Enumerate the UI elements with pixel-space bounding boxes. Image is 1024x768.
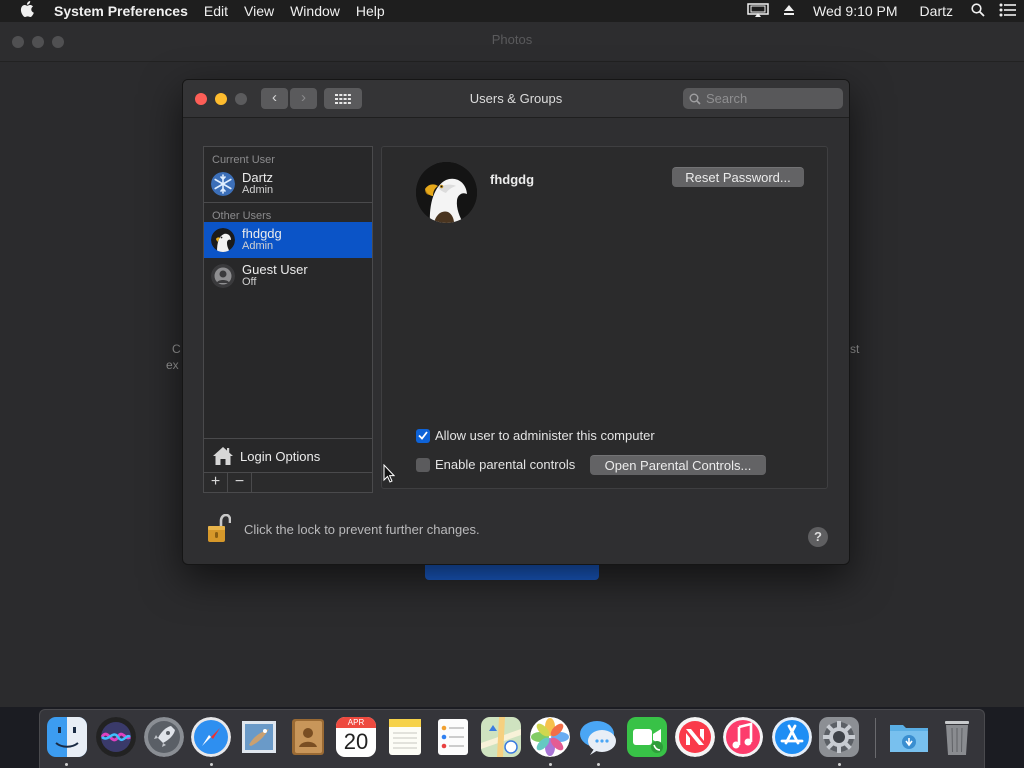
photos-titlebar: Photos [0, 22, 1024, 62]
prefs-titlebar: ‹ › Users & Groups [183, 80, 849, 118]
trash-icon[interactable] [937, 717, 977, 757]
photos-icon[interactable] [530, 717, 570, 757]
guest-user-icon [211, 264, 235, 288]
search-field[interactable] [683, 88, 843, 109]
user-role: Off [242, 276, 257, 288]
lock-row[interactable]: Click the lock to prevent further change… [207, 514, 480, 544]
add-user-button[interactable]: + [204, 473, 228, 492]
photos-text-fragment: C [172, 342, 181, 356]
login-options-label: Login Options [240, 448, 321, 464]
spotlight-icon[interactable] [971, 2, 985, 20]
news-icon[interactable] [675, 717, 715, 757]
photos-window-title: Photos [491, 32, 533, 47]
admin-checkbox[interactable] [416, 428, 430, 443]
eagle-avatar-icon [211, 228, 235, 252]
facetime-icon[interactable] [627, 717, 667, 757]
user-role: Admin [242, 184, 274, 196]
airplay-icon[interactable] [747, 2, 769, 20]
running-indicator [210, 763, 213, 766]
menu-window[interactable]: Window [282, 0, 348, 22]
messages-icon[interactable] [578, 717, 618, 757]
user-list: Current User Dartz Admin Other Users fhd… [203, 146, 373, 493]
admin-checkbox-label: Allow user to administer this computer [435, 428, 655, 443]
running-indicator [65, 763, 68, 766]
apple-menu-icon[interactable] [0, 0, 54, 22]
reminders-icon[interactable] [433, 717, 473, 757]
user-name: Dartz [242, 170, 274, 185]
open-parental-controls-button[interactable]: Open Parental Controls... [590, 455, 766, 475]
menu-help[interactable]: Help [348, 0, 393, 22]
list-footer: + − [204, 472, 372, 492]
selected-user-name: fhdgdg [490, 172, 535, 187]
notification-center-icon[interactable] [999, 3, 1017, 20]
help-button[interactable]: ? [808, 527, 828, 547]
calendar-month: APR [347, 718, 365, 727]
user-name: Guest User [242, 262, 308, 277]
system-preferences-icon[interactable] [819, 717, 859, 757]
admin-checkbox-row[interactable]: Allow user to administer this computer [416, 428, 655, 443]
unlocked-padlock-icon[interactable] [207, 514, 231, 544]
current-user-heading: Current User [212, 154, 275, 166]
parental-checkbox-row[interactable]: Enable parental controls [416, 457, 575, 472]
menu-bar: System Preferences Edit View Window Help… [0, 0, 1024, 22]
photos-text-fragment: ex [166, 358, 179, 372]
user-role: Admin [242, 240, 274, 252]
house-icon [213, 447, 233, 465]
menu-edit[interactable]: Edit [196, 0, 236, 22]
launchpad-icon[interactable] [144, 717, 184, 757]
dock-separator [875, 718, 876, 758]
eject-icon[interactable] [783, 3, 795, 19]
app-store-icon[interactable] [772, 717, 812, 757]
safari-icon[interactable] [191, 717, 231, 757]
reset-password-button[interactable]: Reset Password... [672, 167, 804, 187]
eagle-avatar-large-icon[interactable] [416, 162, 477, 223]
dock: APR 20 [39, 709, 985, 768]
remove-user-button[interactable]: − [228, 473, 252, 492]
users-groups-window: ‹ › Users & Groups Current User [182, 79, 850, 565]
running-indicator [838, 763, 841, 766]
parental-controls-checkbox[interactable] [416, 457, 430, 472]
user-row-dartz[interactable]: Dartz Admin [204, 166, 372, 203]
menubar-user[interactable]: Dartz [916, 0, 957, 22]
maps-icon[interactable] [481, 717, 521, 757]
photos-text-fragment: st [850, 342, 860, 356]
parental-checkbox-label: Enable parental controls [435, 457, 576, 472]
login-options-item[interactable]: Login Options [204, 438, 372, 473]
lock-message: Click the lock to prevent further change… [244, 521, 480, 537]
running-indicator [597, 763, 600, 766]
finder-icon[interactable] [47, 717, 87, 757]
itunes-icon[interactable] [723, 717, 763, 757]
mouse-pointer-icon [383, 464, 395, 483]
calendar-icon[interactable]: APR 20 [336, 717, 376, 757]
mail-icon[interactable] [239, 717, 279, 757]
snowflake-avatar-icon [211, 172, 235, 196]
user-name: fhdgdg [242, 226, 282, 241]
other-users-heading: Other Users [212, 210, 272, 222]
search-input[interactable] [706, 91, 826, 106]
siri-icon[interactable] [96, 717, 136, 757]
menu-view[interactable]: View [236, 0, 282, 22]
contacts-icon[interactable] [288, 717, 328, 757]
search-icon [689, 93, 701, 105]
user-detail-panel: fhdgdg Reset Password... Allow user to a… [381, 146, 828, 489]
notes-icon[interactable] [385, 717, 425, 757]
menu-app-name[interactable]: System Preferences [54, 0, 196, 22]
checkmark-icon [418, 431, 428, 440]
running-indicator [549, 763, 552, 766]
calendar-day: 20 [343, 729, 369, 754]
downloads-folder-icon[interactable] [889, 717, 929, 757]
menubar-clock[interactable]: Wed 9:10 PM [809, 0, 902, 22]
user-row-guest[interactable]: Guest User Off [204, 258, 372, 294]
user-row-fhdgdg[interactable]: fhdgdg Admin [204, 222, 372, 258]
